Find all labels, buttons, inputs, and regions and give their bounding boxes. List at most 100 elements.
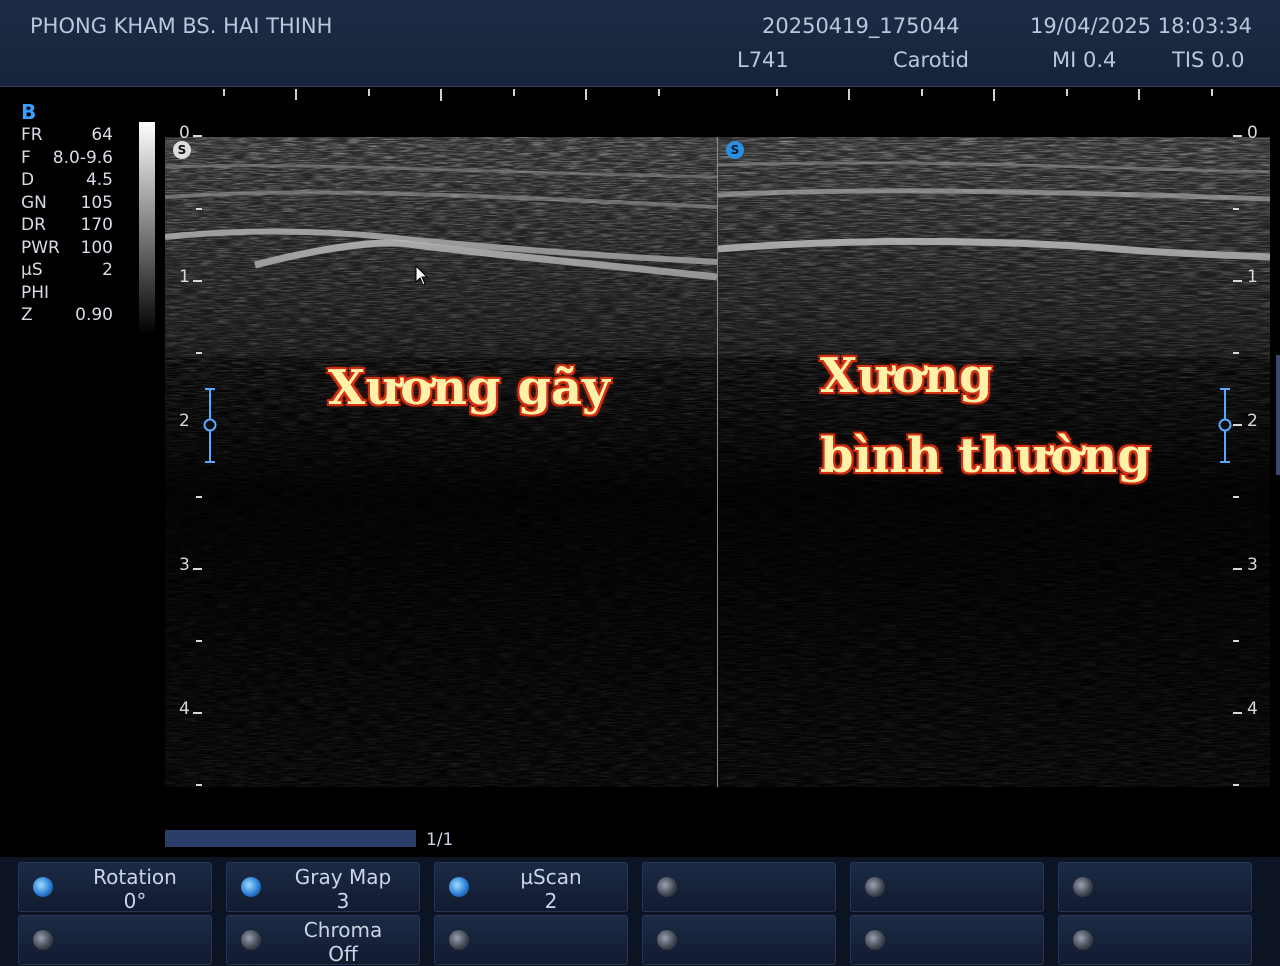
param-label: PHI bbox=[21, 282, 50, 303]
param-row: GN 105 bbox=[21, 192, 113, 215]
depth-label: 3 bbox=[1247, 555, 1258, 575]
softkey-empty[interactable] bbox=[1058, 915, 1252, 965]
left-pane-badge: S bbox=[173, 141, 191, 159]
knob-icon bbox=[865, 930, 885, 950]
param-value: 64 bbox=[91, 125, 113, 145]
depth-tick bbox=[1233, 568, 1242, 570]
softkey-label: Rotation 0° bbox=[93, 865, 177, 913]
ruler-tick bbox=[921, 89, 923, 96]
softkey-panel: Rotation 0° Gray Map 3 µScan 2 Chroma Off bbox=[0, 857, 1280, 966]
knob-icon bbox=[657, 930, 677, 950]
param-label: F bbox=[21, 147, 31, 168]
depth-tick bbox=[196, 640, 202, 642]
depth-label: 2 bbox=[1247, 411, 1258, 431]
depth-label: 0 bbox=[179, 123, 190, 143]
param-label: GN bbox=[21, 192, 47, 213]
param-row: PHI bbox=[21, 282, 113, 305]
depth-tick bbox=[1233, 640, 1239, 642]
grayscale-bar bbox=[139, 122, 155, 334]
top-info-bar: PHONG KHAM BS. HAI THINH 20250419_175044… bbox=[0, 0, 1280, 87]
param-row: µS 2 bbox=[21, 259, 113, 282]
softkey-empty[interactable] bbox=[642, 862, 836, 912]
depth-label: 4 bbox=[1247, 699, 1258, 719]
mouse-cursor-icon bbox=[415, 265, 429, 286]
imaging-parameters: FR 64 F 8.0-9.6 D 4.5 GN 105 DR 170 PWR 100 µS… bbox=[21, 124, 113, 327]
knob-icon bbox=[1073, 930, 1093, 950]
right-pane-badge: S bbox=[726, 141, 744, 159]
ruler-tick bbox=[776, 89, 778, 96]
softkey-rotation[interactable]: Rotation 0° bbox=[18, 862, 212, 913]
depth-tick bbox=[1233, 784, 1239, 786]
knob-icon bbox=[449, 877, 469, 897]
knob-icon bbox=[1073, 877, 1093, 897]
param-row: Z 0.90 bbox=[21, 304, 113, 327]
depth-tick bbox=[1233, 280, 1242, 282]
split-divider bbox=[717, 137, 718, 787]
ruler-tick bbox=[513, 89, 515, 96]
depth-tick bbox=[196, 208, 202, 210]
clinic-name: PHONG KHAM BS. HAI THINH bbox=[30, 14, 333, 38]
ruler-tick bbox=[223, 89, 225, 96]
depth-label: 2 bbox=[179, 411, 190, 431]
date-time: 19/04/2025 18:03:34 bbox=[1030, 14, 1253, 38]
softkey-uscan[interactable]: µScan 2 bbox=[434, 862, 628, 913]
param-row: D 4.5 bbox=[21, 169, 113, 192]
depth-label: 1 bbox=[179, 267, 190, 287]
depth-tick bbox=[1233, 135, 1242, 137]
param-label: FR bbox=[21, 125, 43, 145]
ruler-tick bbox=[848, 89, 850, 100]
right-scroll-indicator[interactable] bbox=[1276, 355, 1280, 475]
param-row: F 8.0-9.6 bbox=[21, 147, 113, 170]
softkey-empty[interactable] bbox=[18, 915, 212, 965]
preset-name: Carotid bbox=[893, 48, 969, 72]
param-label: DR bbox=[21, 215, 46, 235]
depth-label: 3 bbox=[179, 555, 190, 575]
softkey-empty[interactable] bbox=[850, 862, 1044, 912]
softkey-empty[interactable] bbox=[850, 915, 1044, 965]
knob-icon bbox=[865, 877, 885, 897]
softkey-gray-map[interactable]: Gray Map 3 bbox=[226, 862, 420, 913]
depth-label: 0 bbox=[1247, 123, 1258, 143]
softkey-empty[interactable] bbox=[434, 915, 628, 965]
depth-tick bbox=[1233, 424, 1242, 426]
depth-tick bbox=[193, 568, 202, 570]
param-value: 8.0-9.6 bbox=[52, 147, 113, 168]
depth-tick bbox=[1233, 208, 1239, 210]
param-row: DR 170 bbox=[21, 214, 113, 237]
depth-label: 4 bbox=[179, 699, 190, 719]
knob-icon bbox=[241, 930, 261, 950]
ultrasound-pane-left[interactable] bbox=[165, 137, 717, 787]
knob-icon bbox=[241, 877, 261, 897]
ruler-tick bbox=[658, 89, 660, 96]
param-row: FR 64 bbox=[21, 124, 113, 147]
imaging-mode-label: B bbox=[21, 100, 37, 124]
depth-tick bbox=[1233, 712, 1242, 714]
annotation-right-line1: Xương bbox=[820, 348, 993, 404]
param-value: 105 bbox=[80, 192, 113, 213]
ruler-tick bbox=[368, 89, 370, 96]
cine-page-bar[interactable] bbox=[165, 830, 416, 847]
annotation-left: Xương gãy bbox=[328, 360, 610, 416]
page-indicator: 1/1 bbox=[426, 830, 454, 850]
softkey-label: Gray Map 3 bbox=[294, 865, 392, 913]
param-value: 100 bbox=[80, 237, 113, 258]
param-value: 170 bbox=[80, 215, 113, 235]
depth-tick bbox=[1233, 496, 1239, 498]
probe-name: L741 bbox=[737, 48, 789, 72]
softkey-empty[interactable] bbox=[1058, 862, 1252, 912]
depth-tick bbox=[196, 784, 202, 786]
param-label: µS bbox=[21, 260, 43, 280]
knob-icon bbox=[33, 877, 53, 897]
depth-tick bbox=[196, 352, 202, 354]
depth-tick bbox=[193, 280, 202, 282]
annotation-right-line2: bình thường bbox=[820, 428, 1151, 484]
focus-marker-right bbox=[1218, 388, 1232, 463]
ruler-tick bbox=[440, 89, 442, 101]
knob-icon bbox=[449, 930, 469, 950]
study-id: 20250419_175044 bbox=[762, 14, 960, 38]
softkey-empty[interactable] bbox=[642, 915, 836, 965]
softkey-chroma[interactable]: Chroma Off bbox=[226, 915, 420, 966]
depth-tick bbox=[193, 135, 202, 137]
depth-label: 1 bbox=[1247, 267, 1258, 287]
mechanical-index: MI 0.4 bbox=[1052, 48, 1117, 72]
